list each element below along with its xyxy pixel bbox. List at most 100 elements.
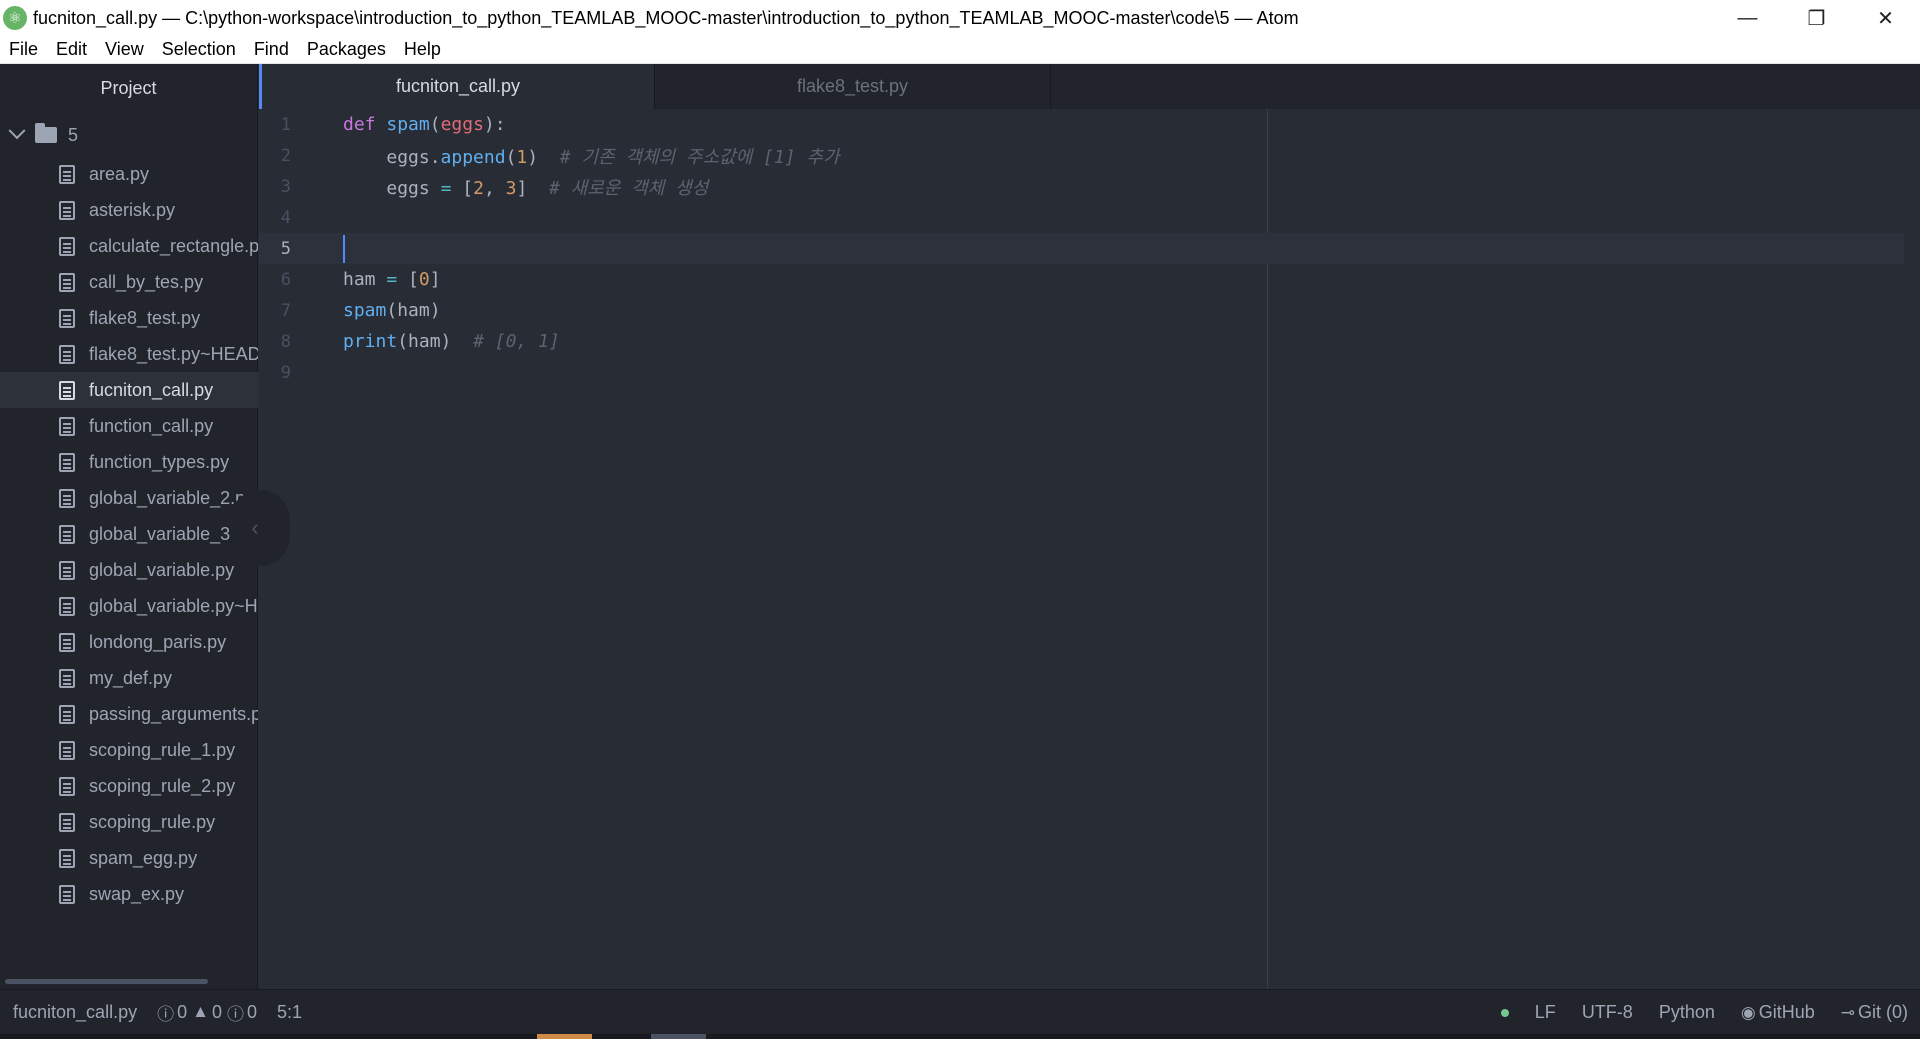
code-text [343, 234, 345, 263]
file-text-icon [59, 164, 75, 184]
code-line[interactable]: 8 print(ham) # [0, 1] [259, 326, 1904, 357]
file-text-icon [59, 704, 75, 724]
github-button[interactable]: ◉ GitHub [1741, 1002, 1815, 1023]
file-name: scoping_rule_1.py [89, 739, 236, 760]
git-button[interactable]: ⊸ Git (0) [1841, 1002, 1908, 1023]
file-text-icon [59, 416, 75, 436]
file-name: flake8_test.py~HEAD [89, 343, 258, 364]
file-item[interactable]: global_variable_3.py [0, 516, 258, 552]
code-text: ham = [0] [343, 269, 441, 290]
menu-edit[interactable]: Edit [47, 39, 96, 60]
menu-find[interactable]: Find [245, 39, 298, 60]
file-name: flake8_test.py [89, 307, 201, 328]
file-name: function_call.py [89, 415, 214, 436]
menu-bar: File Edit View Selection Find Packages H… [0, 36, 1920, 64]
file-name: call_by_tes.py [89, 271, 204, 292]
atom-icon: ⚛ [3, 6, 27, 30]
code-line[interactable]: 6 ham = [0] [259, 264, 1904, 295]
file-item[interactable]: global_variable_2.py [0, 480, 258, 516]
line-number: 3 [280, 176, 291, 197]
line-number: 5 [280, 238, 291, 259]
menu-view[interactable]: View [96, 39, 153, 60]
file-item[interactable]: function_types.py [0, 444, 258, 480]
file-text-icon [59, 344, 75, 364]
code-line[interactable]: 1 def spam(eggs): [259, 109, 1904, 140]
error-icon: ⓘ [157, 1004, 175, 1024]
file-item-selected[interactable]: fucniton_call.py [0, 372, 258, 408]
folder-icon [35, 123, 57, 143]
cursor-position[interactable]: 5:1 [277, 1002, 302, 1023]
taskbar-indicator [651, 1034, 706, 1039]
tab-fucniton-call[interactable]: fucniton_call.py [259, 64, 655, 109]
file-item[interactable]: asterisk.py [0, 192, 258, 228]
code-editor[interactable]: 1 def spam(eggs): 2 eggs.append(1) # 기존 … [259, 109, 1920, 989]
file-text-icon [59, 776, 75, 796]
status-file-path[interactable]: fucniton_call.py [13, 1002, 137, 1023]
file-item[interactable]: passing_arguments.py [0, 696, 258, 732]
close-button[interactable]: ✕ [1851, 0, 1920, 36]
linter-status[interactable]: ⓘ 0 ▲ 0 ⓘ 0 [157, 1000, 257, 1025]
grammar-selector[interactable]: Python [1659, 1002, 1715, 1023]
status-dot-indicator[interactable] [1500, 1008, 1509, 1017]
line-ending-selector[interactable]: LF [1535, 1002, 1556, 1023]
file-item[interactable]: flake8_test.py [0, 300, 258, 336]
github-label: GitHub [1758, 1002, 1815, 1022]
file-text-icon [59, 236, 75, 256]
code-line[interactable]: 7 spam(ham) [259, 295, 1904, 326]
file-item[interactable]: londong_paris.py [0, 624, 258, 660]
status-dot-icon [1500, 1008, 1509, 1017]
tree-toggle-handle[interactable]: ‹ [230, 490, 290, 566]
code-text: eggs = [2, 3] # 새로운 객체 생성 [386, 177, 709, 199]
file-text-icon [59, 524, 75, 544]
file-text-icon [59, 488, 75, 508]
file-text-icon [59, 668, 75, 688]
file-item[interactable]: scoping_rule_2.py [0, 768, 258, 804]
title-bar: ⚛ fucniton_call.py — C:\python-workspace… [0, 0, 1920, 36]
file-item[interactable]: global_variable.py~HEAD [0, 588, 258, 624]
menu-help[interactable]: Help [395, 39, 450, 60]
code-text: eggs.append(1) # 기존 객체의 주소값에 [1] 추가 [386, 146, 840, 168]
code-line-cursor[interactable]: 5 [259, 233, 1904, 264]
file-item[interactable]: my_def.py [0, 660, 258, 696]
file-name: asterisk.py [89, 199, 176, 220]
file-item[interactable]: function_call.py [0, 408, 258, 444]
menu-packages[interactable]: Packages [298, 39, 395, 60]
file-item[interactable]: swap_ex.py [0, 876, 258, 912]
file-text-icon [59, 596, 75, 616]
file-name: area.py [89, 163, 150, 184]
code-line[interactable]: 2 eggs.append(1) # 기존 객체의 주소값에 [1] 추가 [259, 140, 1904, 171]
code-text: def spam(eggs): [343, 114, 506, 135]
file-text-icon [59, 632, 75, 652]
code-line[interactable]: 3 eggs = [2, 3] # 새로운 객체 생성 [259, 171, 1904, 202]
file-text-icon [59, 272, 75, 292]
line-number: 8 [280, 331, 291, 352]
menu-selection[interactable]: Selection [153, 39, 245, 60]
menu-file[interactable]: File [0, 39, 47, 60]
file-item[interactable]: scoping_rule_1.py [0, 732, 258, 768]
git-label: Git (0) [1857, 1002, 1908, 1022]
file-name: passing_arguments.py [89, 703, 258, 724]
tree-horizontal-scrollbar[interactable] [5, 979, 208, 984]
file-name: global_variable_2.py [89, 487, 255, 508]
file-item[interactable]: scoping_rule.py [0, 804, 258, 840]
code-text: print(ham) # [0, 1] [343, 331, 560, 352]
code-line[interactable]: 4 [259, 202, 1904, 233]
file-item[interactable]: calculate_rectangle.py [0, 228, 258, 264]
taskbar-indicator [537, 1034, 592, 1039]
minimize-button[interactable]: — [1713, 0, 1782, 36]
project-header[interactable]: Project [0, 64, 257, 112]
file-item[interactable]: global_variable.py [0, 552, 258, 588]
file-text-icon [59, 740, 75, 760]
project-folder[interactable]: 5 [0, 119, 258, 151]
file-item[interactable]: area.py [0, 156, 258, 192]
file-item[interactable]: flake8_test.py~HEAD [0, 336, 258, 372]
file-item[interactable]: call_by_tes.py [0, 264, 258, 300]
encoding-selector[interactable]: UTF-8 [1582, 1002, 1633, 1023]
code-line[interactable]: 9 [259, 357, 1904, 388]
tab-flake8-test[interactable]: flake8_test.py [655, 64, 1051, 109]
file-item[interactable]: spam_egg.py [0, 840, 258, 876]
file-text-icon [59, 848, 75, 868]
restore-button[interactable]: ❐ [1782, 0, 1851, 36]
file-name: fucniton_call.py [89, 379, 214, 400]
line-number: 6 [280, 269, 291, 290]
